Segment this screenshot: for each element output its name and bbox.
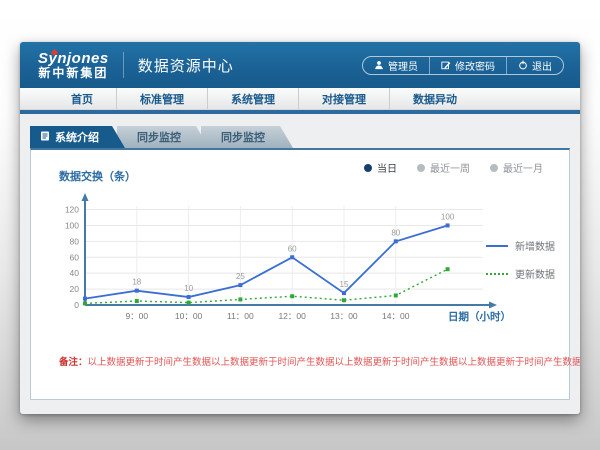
svg-text:12：00: 12：00 — [278, 311, 306, 321]
admin-user-button[interactable]: 管理员 — [363, 57, 429, 74]
radio-last-week-dot — [417, 164, 425, 172]
y-axis-title: 数据交换（条） — [59, 168, 136, 184]
svg-text:13：00: 13：00 — [330, 311, 358, 321]
footer-note-text: 以上数据更新于时间产生数据以上数据更新于时间产生数据以上数据更新于时间产生数据以… — [88, 357, 580, 368]
page-title: 数据资源中心 — [138, 55, 234, 76]
svg-text:日期（小时）: 日期（小时） — [448, 310, 511, 323]
svg-text:18: 18 — [132, 278, 141, 287]
radio-last-week[interactable]: 最近一周 — [417, 160, 470, 175]
logo: Synjones 新中新集团 — [38, 51, 109, 79]
svg-text:120: 120 — [65, 205, 79, 215]
app-window: Synjones 新中新集团 数据资源中心 管理员 修改密码 — [20, 42, 580, 414]
legend-updated-data-label: 更新数据 — [515, 266, 555, 281]
logout-label: 退出 — [532, 58, 552, 73]
tab-sync-monitor-2-label: 同步监控 — [221, 129, 265, 145]
legend-updated-data[interactable]: 更新数据 — [486, 266, 555, 281]
time-range-filters: 当日 最近一周 最近一月 — [364, 160, 543, 175]
svg-text:15: 15 — [340, 280, 349, 289]
dotted-line-icon — [486, 273, 508, 275]
footer-note: 备注：以上数据更新于时间产生数据以上数据更新于时间产生数据以上数据更新于时间产生… — [59, 354, 580, 368]
document-icon — [40, 131, 50, 144]
chart-legend: 新增数据 更新数据 — [486, 238, 555, 281]
tab-sync-monitor-1-label: 同步监控 — [137, 129, 181, 145]
legend-new-data-label: 新增数据 — [515, 238, 555, 253]
svg-text:60: 60 — [288, 244, 297, 253]
svg-text:9：00: 9：00 — [125, 311, 148, 321]
nav-item-system-mgmt[interactable]: 系统管理 — [207, 88, 298, 109]
svg-text:40: 40 — [70, 268, 80, 278]
logout-button[interactable]: 退出 — [506, 57, 563, 74]
user-icon — [374, 60, 384, 70]
logo-subtitle: 新中新集团 — [38, 67, 109, 80]
nav-item-standard-mgmt[interactable]: 标准管理 — [116, 88, 207, 109]
nav-item-data-change[interactable]: 数据异动 — [389, 88, 480, 109]
change-password-button[interactable]: 修改密码 — [429, 57, 506, 74]
desktop-background: { "header": { "logo_title": "Synjones", … — [0, 0, 600, 450]
content-area: 系统介绍 同步监控 同步监控 当日 最近一周 — [20, 114, 580, 400]
header-divider — [123, 52, 124, 78]
radio-last-week-label: 最近一周 — [430, 160, 470, 175]
radio-last-month[interactable]: 最近一月 — [490, 160, 543, 175]
chart-panel: 当日 最近一周 最近一月 数据交换（条） 0 20 40 60 80 100 120 9：00… — [30, 148, 570, 400]
nav-item-integration-mgmt[interactable]: 对接管理 — [298, 88, 389, 109]
radio-today-label: 当日 — [377, 160, 397, 175]
logout-icon — [518, 60, 528, 70]
svg-text:80: 80 — [391, 228, 400, 237]
radio-last-month-label: 最近一月 — [503, 160, 543, 175]
tab-system-intro-label: 系统介绍 — [55, 129, 99, 145]
main-nav: 首页 标准管理 系统管理 对接管理 数据异动 — [20, 88, 580, 110]
svg-text:11：00: 11：00 — [227, 311, 254, 321]
svg-text:14：00: 14：00 — [382, 311, 410, 321]
svg-text:100: 100 — [441, 212, 455, 221]
svg-text:10: 10 — [184, 284, 193, 293]
tab-sync-monitor-2[interactable]: 同步监控 — [201, 126, 293, 148]
logo-title: Synjones — [38, 51, 109, 67]
solid-line-icon — [486, 245, 508, 247]
footer-note-prefix: 备注： — [59, 357, 88, 368]
svg-text:80: 80 — [70, 236, 80, 246]
user-menu: 管理员 修改密码 退出 — [362, 56, 564, 75]
admin-user-label: 管理员 — [388, 58, 418, 73]
svg-text:60: 60 — [70, 252, 80, 262]
svg-text:20: 20 — [70, 284, 80, 294]
svg-text:0: 0 — [74, 300, 79, 310]
radio-today-dot — [364, 164, 372, 172]
radio-last-month-dot — [490, 164, 498, 172]
tab-sync-monitor-1[interactable]: 同步监控 — [117, 126, 209, 148]
line-chart: 0 20 40 60 80 100 120 9：00 10：00 11：00 12：00 13：00 1… — [43, 192, 513, 344]
svg-text:10：00: 10：00 — [175, 311, 203, 321]
radio-today[interactable]: 当日 — [364, 160, 397, 175]
nav-item-home[interactable]: 首页 — [48, 88, 116, 109]
svg-text:25: 25 — [236, 272, 245, 281]
svg-text:100: 100 — [65, 220, 79, 230]
edit-icon — [441, 60, 451, 70]
change-password-label: 修改密码 — [455, 58, 495, 73]
tab-system-intro[interactable]: 系统介绍 — [30, 126, 125, 148]
app-header: Synjones 新中新集团 数据资源中心 管理员 修改密码 — [20, 42, 580, 88]
legend-new-data[interactable]: 新增数据 — [486, 238, 555, 253]
tab-bar: 系统介绍 同步监控 同步监控 — [30, 126, 570, 148]
